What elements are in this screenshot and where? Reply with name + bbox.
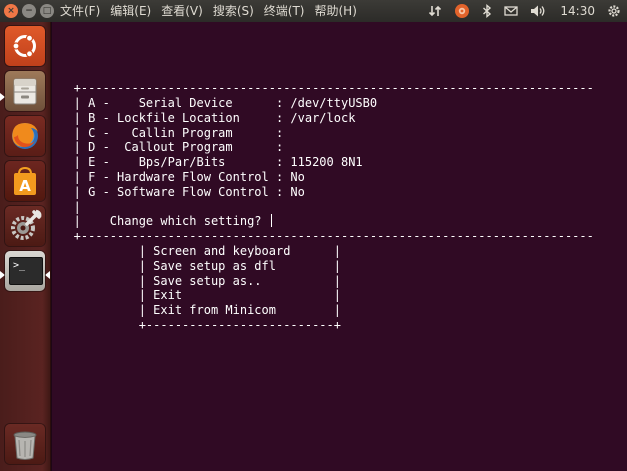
menu-option-screen-and-keyboard[interactable]: | Screen and keyboard |	[52, 244, 594, 259]
terminal-window[interactable]: +---------------------------------------…	[51, 22, 627, 471]
wrench-gear-icon[interactable]	[5, 206, 45, 246]
change-setting-prompt[interactable]: | Change which setting?	[52, 214, 594, 229]
menu-box-bottom-border: +--------------------------+	[52, 317, 341, 332]
text-cursor	[270, 214, 272, 228]
power-gear-icon[interactable]	[607, 4, 621, 18]
top-panel: × − □ 文件(F) 编辑(E) 查看(V) 搜索(S) 终端(T) 帮助(H…	[0, 0, 627, 22]
menu-bar: 文件(F) 编辑(E) 查看(V) 搜索(S) 终端(T) 帮助(H)	[55, 0, 362, 22]
close-window-button[interactable]: ×	[4, 4, 18, 18]
setting-bps-par-bits: | E - Bps/Par/Bits : 115200 8N1	[52, 155, 363, 170]
terminal-prompt-glyph: >_	[13, 260, 26, 271]
config-box-bottom-border: +---------------------------------------…	[52, 229, 594, 244]
terminal-output: +---------------------------------------…	[52, 22, 594, 333]
menu-terminal[interactable]: 终端(T)	[259, 0, 310, 22]
menu-option-exit-from-minicom[interactable]: | Exit from Minicom |	[52, 303, 594, 318]
config-box-top-border: +---------------------------------------…	[52, 81, 594, 96]
input-method-icon[interactable]	[454, 3, 470, 19]
menu-edit[interactable]: 编辑(E)	[105, 0, 156, 22]
setting-lockfile-location: | B - Lockfile Location : /var/lock	[52, 110, 356, 125]
trash-icon[interactable]	[5, 424, 45, 464]
launcher: A >_	[0, 22, 51, 471]
shopping-bag-icon[interactable]: A	[5, 161, 45, 201]
ubuntu-logo-icon[interactable]	[5, 26, 45, 66]
menu-file[interactable]: 文件(F)	[55, 0, 105, 22]
firefox-icon[interactable]	[5, 116, 45, 156]
terminal-icon[interactable]: >_	[5, 251, 45, 291]
indicator-area: 14:30	[428, 0, 621, 22]
setting-callout-program: | D - Callout Program :	[52, 140, 284, 155]
mail-icon[interactable]	[504, 5, 519, 17]
setting-software-flow-control: | G - Software Flow Control : No	[52, 184, 305, 199]
network-icon[interactable]	[428, 4, 442, 18]
window-controls: × − □	[4, 4, 54, 18]
change-setting-prompt-text: | Change which setting?	[52, 214, 269, 229]
menu-option-save-setup-as-dfl[interactable]: | Save setup as dfl |	[52, 259, 594, 274]
bluetooth-icon[interactable]	[482, 4, 492, 18]
maximize-window-button[interactable]: □	[40, 4, 54, 18]
menu-option-exit[interactable]: | Exit |	[52, 288, 594, 303]
menu-search[interactable]: 搜索(S)	[208, 0, 259, 22]
menu-help[interactable]: 帮助(H)	[310, 0, 362, 22]
setting-callin-program: | C - Callin Program :	[52, 125, 284, 140]
file-cabinet-icon[interactable]	[5, 71, 45, 111]
setting-hardware-flow-control: | F - Hardware Flow Control : No	[52, 169, 305, 184]
clock[interactable]: 14:30	[560, 0, 595, 22]
menu-view[interactable]: 查看(V)	[156, 0, 208, 22]
menu-option-save-setup-as[interactable]: | Save setup as.. |	[52, 274, 594, 289]
software-center-letter: A	[19, 177, 31, 195]
minimize-window-button[interactable]: −	[22, 4, 36, 18]
setting-serial-device: | A - Serial Device : /dev/ttyUSB0	[52, 95, 378, 110]
focused-indicator	[45, 271, 50, 279]
config-box-spacer: |	[52, 199, 81, 214]
volume-icon[interactable]	[530, 4, 546, 18]
